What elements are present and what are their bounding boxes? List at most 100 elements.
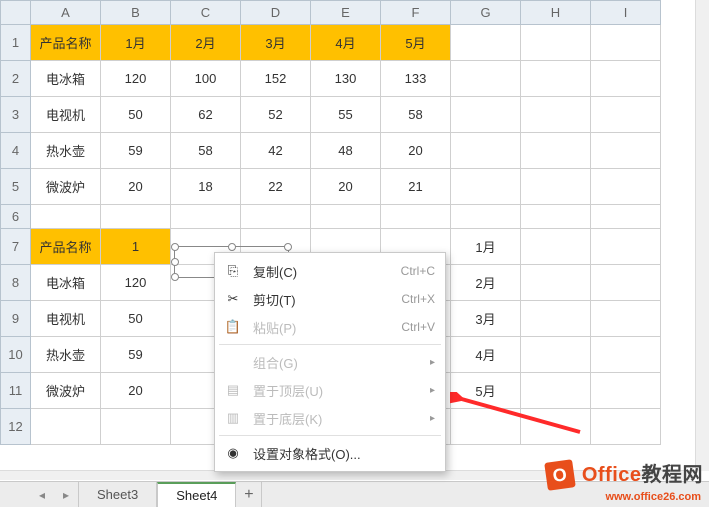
add-sheet-button[interactable]: + [236,482,262,507]
cell[interactable]: 100 [171,61,241,97]
cell[interactable]: 电冰箱 [31,61,101,97]
cell[interactable]: 20 [381,133,451,169]
cell[interactable] [591,61,661,97]
cell[interactable]: 微波炉 [31,373,101,409]
cell[interactable] [521,205,591,229]
cell[interactable]: 59 [101,133,171,169]
cell[interactable]: 2月 [171,25,241,61]
cell[interactable] [591,301,661,337]
cell[interactable] [521,133,591,169]
cell[interactable] [101,409,171,445]
cell[interactable] [591,373,661,409]
select-all-corner[interactable] [1,1,31,25]
cell[interactable]: 21 [381,169,451,205]
cell[interactable] [311,205,381,229]
cell[interactable] [521,25,591,61]
cell[interactable] [521,229,591,265]
row-header[interactable]: 10 [1,337,31,373]
cell[interactable]: 22 [241,169,311,205]
cell[interactable] [591,133,661,169]
resize-handle[interactable] [171,258,179,266]
cell[interactable]: 电视机 [31,301,101,337]
col-header[interactable]: A [31,1,101,25]
cell[interactable]: 20 [101,373,171,409]
cell[interactable]: 1 [101,229,171,265]
cell[interactable]: 电视机 [31,97,101,133]
cell[interactable] [451,205,521,229]
cell[interactable]: 55 [311,97,381,133]
cell[interactable]: 62 [171,97,241,133]
row-header[interactable]: 4 [1,133,31,169]
cell[interactable] [591,97,661,133]
cell[interactable]: 20 [311,169,381,205]
cell[interactable] [591,205,661,229]
resize-handle[interactable] [171,273,179,281]
cell[interactable] [591,337,661,373]
resize-handle[interactable] [228,243,236,251]
cell[interactable] [521,265,591,301]
cell[interactable]: 59 [101,337,171,373]
cell[interactable] [521,337,591,373]
col-header[interactable]: C [171,1,241,25]
col-header[interactable]: E [311,1,381,25]
cell[interactable] [591,169,661,205]
cell[interactable] [521,301,591,337]
menu-copy[interactable]: ⎘ 复制(C) Ctrl+C [215,257,445,285]
cell[interactable]: 120 [101,265,171,301]
cell[interactable] [591,409,661,445]
cell[interactable]: 50 [101,97,171,133]
cell[interactable]: 42 [241,133,311,169]
col-header[interactable]: B [101,1,171,25]
tab-scroll-left[interactable]: ◂ [30,482,54,507]
cell[interactable]: 18 [171,169,241,205]
cell[interactable]: 20 [101,169,171,205]
tab-scroll-right[interactable]: ▸ [54,482,78,507]
cell[interactable]: 50 [101,301,171,337]
row-header[interactable]: 1 [1,25,31,61]
cell[interactable]: 产品名称 [31,229,101,265]
cell[interactable]: 热水壶 [31,337,101,373]
sheet-tab[interactable]: Sheet3 [78,482,157,507]
resize-handle[interactable] [171,243,179,251]
row-header[interactable]: 6 [1,205,31,229]
cell[interactable]: 产品名称 [31,25,101,61]
cell[interactable] [451,61,521,97]
col-header[interactable]: F [381,1,451,25]
cell[interactable]: 152 [241,61,311,97]
cell[interactable]: 微波炉 [31,169,101,205]
cell[interactable]: 1月 [451,229,521,265]
cell[interactable]: 48 [311,133,381,169]
cell[interactable]: 5月 [381,25,451,61]
cell[interactable]: 120 [101,61,171,97]
cell[interactable] [101,205,171,229]
cell[interactable] [591,265,661,301]
cell[interactable] [171,205,241,229]
col-header[interactable]: H [521,1,591,25]
cell[interactable]: 130 [311,61,381,97]
cell[interactable] [521,61,591,97]
cell[interactable]: 热水壶 [31,133,101,169]
cell[interactable]: 4月 [451,337,521,373]
cell[interactable]: 3月 [451,301,521,337]
menu-format-object[interactable]: ◉ 设置对象格式(O)... [215,439,445,467]
col-header[interactable]: G [451,1,521,25]
cell[interactable]: 4月 [311,25,381,61]
resize-handle[interactable] [284,243,292,251]
cell[interactable] [521,169,591,205]
cell[interactable] [451,133,521,169]
cell[interactable] [451,97,521,133]
cell[interactable]: 1月 [101,25,171,61]
col-header[interactable]: I [591,1,661,25]
cell[interactable] [591,229,661,265]
cell[interactable]: 电冰箱 [31,265,101,301]
vertical-scrollbar[interactable] [695,0,709,471]
menu-cut[interactable]: ✂ 剪切(T) Ctrl+X [215,285,445,313]
cell[interactable]: 52 [241,97,311,133]
cell[interactable] [451,169,521,205]
cell[interactable] [591,25,661,61]
cell[interactable]: 3月 [241,25,311,61]
cell[interactable] [31,409,101,445]
row-header[interactable]: 5 [1,169,31,205]
row-header[interactable]: 9 [1,301,31,337]
cell[interactable] [381,205,451,229]
